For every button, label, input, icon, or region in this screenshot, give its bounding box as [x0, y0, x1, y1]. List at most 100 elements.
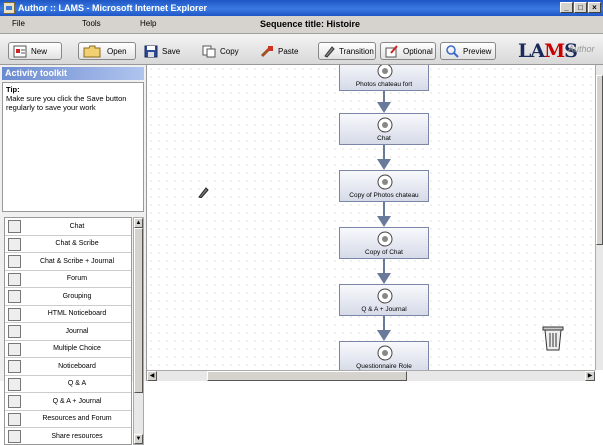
sequence-canvas[interactable]: Photos chateau fort Chat Copy of Photos ch…: [147, 65, 595, 370]
activity-item[interactable]: Share resources: [5, 428, 131, 444]
scroll-right-button[interactable]: ▶: [585, 371, 595, 381]
copy-label: Copy: [220, 46, 239, 56]
paste-button[interactable]: Paste: [256, 42, 306, 60]
preview-button[interactable]: Preview: [440, 42, 496, 60]
activity-label: Journal: [65, 327, 89, 335]
activity-item[interactable]: Q & A + Journal: [5, 393, 131, 411]
menu-help[interactable]: Help: [140, 19, 156, 28]
chat-icon: [376, 231, 394, 248]
share-resources-icon: [8, 430, 21, 443]
open-button[interactable]: Open: [78, 42, 136, 60]
menu-tools[interactable]: Tools: [82, 19, 101, 28]
new-label: New: [31, 46, 48, 56]
copy-button[interactable]: Copy: [198, 42, 248, 60]
multiple-choice-icon: [8, 342, 21, 356]
chat-icon: [8, 220, 21, 233]
close-button[interactable]: ×: [588, 2, 601, 13]
menubar: File Tools Help Sequence title: Histoire: [0, 16, 603, 34]
transition-line[interactable]: [383, 145, 385, 160]
activity-label: Resources and Forum: [42, 415, 112, 423]
tip-box: Tip: Make sure you click the Save button…: [2, 82, 144, 212]
activity-item[interactable]: Forum: [5, 271, 131, 288]
transition-arrowhead: [377, 102, 391, 113]
activity-node[interactable]: Questionnaire Role: [339, 341, 429, 370]
grouping-icon: [8, 290, 21, 303]
ie-app-icon: [3, 2, 15, 14]
html-noticeboard-icon: [8, 307, 21, 321]
activity-node[interactable]: Copy of Chat: [339, 227, 429, 259]
window-titlebar: Author :: LAMS - Microsoft Internet Expl…: [0, 0, 603, 16]
transition-arrowhead: [377, 159, 391, 170]
photos-icon: [376, 65, 394, 80]
menu-file[interactable]: File: [12, 19, 25, 28]
questionnaire-icon: [376, 345, 394, 362]
activity-node-label: Questionnaire Role: [356, 363, 412, 370]
toolkit-header: Activity toolkit: [2, 67, 144, 80]
activity-node[interactable]: Chat: [339, 113, 429, 145]
activity-label: Share resources: [51, 432, 103, 440]
author-word: Author: [568, 44, 595, 54]
folder-icon: [83, 45, 101, 58]
activity-item[interactable]: HTML Noticeboard: [5, 306, 131, 323]
activity-node[interactable]: Q & A + Journal: [339, 284, 429, 316]
activity-label: Noticeboard: [58, 362, 96, 370]
qa-journal-icon: [376, 288, 394, 305]
activity-list-scrollbar[interactable]: ▲ ▼: [133, 217, 144, 445]
resources-forum-icon: [8, 412, 21, 426]
activity-item[interactable]: Resources and Forum: [5, 411, 131, 428]
activity-node[interactable]: Photos chateau fort: [339, 65, 429, 91]
save-button[interactable]: Save: [140, 42, 192, 60]
activity-toolkit-panel: Activity toolkit Tip: Make sure you clic…: [0, 65, 147, 445]
minimize-button[interactable]: _: [560, 2, 573, 13]
activity-item[interactable]: Chat: [5, 218, 131, 236]
transition-line[interactable]: [383, 202, 385, 217]
activity-node[interactable]: Copy of Photos chateau: [339, 170, 429, 202]
tip-title: Tip:: [6, 85, 20, 94]
transition-arrowhead: [377, 216, 391, 227]
activity-node-label: Chat: [377, 135, 391, 142]
window-controls: _ □ ×: [560, 2, 601, 13]
transition-arrowhead: [377, 273, 391, 284]
forum-icon: [8, 272, 21, 286]
canvas-hscroll-thumb[interactable]: [207, 371, 407, 381]
save-icon: [144, 45, 158, 58]
activity-node-label: Photos chateau fort: [355, 81, 413, 88]
transition-line[interactable]: [383, 316, 385, 331]
canvas-vscroll-thumb[interactable]: [596, 75, 603, 245]
chat-icon: [376, 117, 394, 134]
toolbar: New Open Save Copy Paste Transition Opti…: [0, 34, 603, 65]
paste-label: Paste: [278, 46, 299, 56]
transition-line[interactable]: [383, 259, 385, 274]
scroll-down-button[interactable]: ▼: [134, 434, 143, 444]
activity-item[interactable]: Grouping: [5, 288, 131, 306]
activity-label: Chat & Scribe + Journal: [39, 257, 115, 265]
paste-icon: [260, 45, 274, 58]
trash-bin-icon[interactable]: [541, 323, 565, 351]
activity-node-label: Copy of Photos chateau: [349, 192, 419, 199]
canvas-horizontal-scrollbar[interactable]: ◀ ▶: [147, 370, 595, 381]
chat-scribe-journal-icon: [8, 255, 21, 268]
noticeboard-icon: [8, 360, 21, 373]
transition-button[interactable]: Transition: [318, 42, 376, 60]
maximize-button[interactable]: □: [574, 2, 587, 13]
photos-icon: [376, 174, 394, 191]
open-label: Open: [107, 46, 127, 56]
window-title: Author :: LAMS - Microsoft Internet Expl…: [18, 3, 207, 13]
activity-item[interactable]: Chat & Scribe: [5, 236, 131, 253]
copy-icon: [202, 45, 216, 58]
activity-item[interactable]: Chat & Scribe + Journal: [5, 253, 131, 271]
scroll-up-button[interactable]: ▲: [134, 218, 143, 228]
activity-item[interactable]: Multiple Choice: [5, 341, 131, 358]
scroll-thumb[interactable]: [134, 228, 143, 393]
transition-arrowhead: [377, 330, 391, 341]
activity-item[interactable]: Journal: [5, 323, 131, 341]
new-button[interactable]: New: [8, 42, 62, 60]
optional-button[interactable]: Optional: [380, 42, 436, 60]
qa-journal-icon: [8, 395, 21, 408]
magnifier-icon: [445, 44, 459, 58]
scroll-left-button[interactable]: ◀: [147, 371, 157, 381]
save-label: Save: [162, 46, 181, 56]
activity-item[interactable]: Q & A: [5, 376, 131, 393]
activity-item[interactable]: Noticeboard: [5, 358, 131, 376]
canvas-vertical-scrollbar[interactable]: [595, 65, 603, 370]
